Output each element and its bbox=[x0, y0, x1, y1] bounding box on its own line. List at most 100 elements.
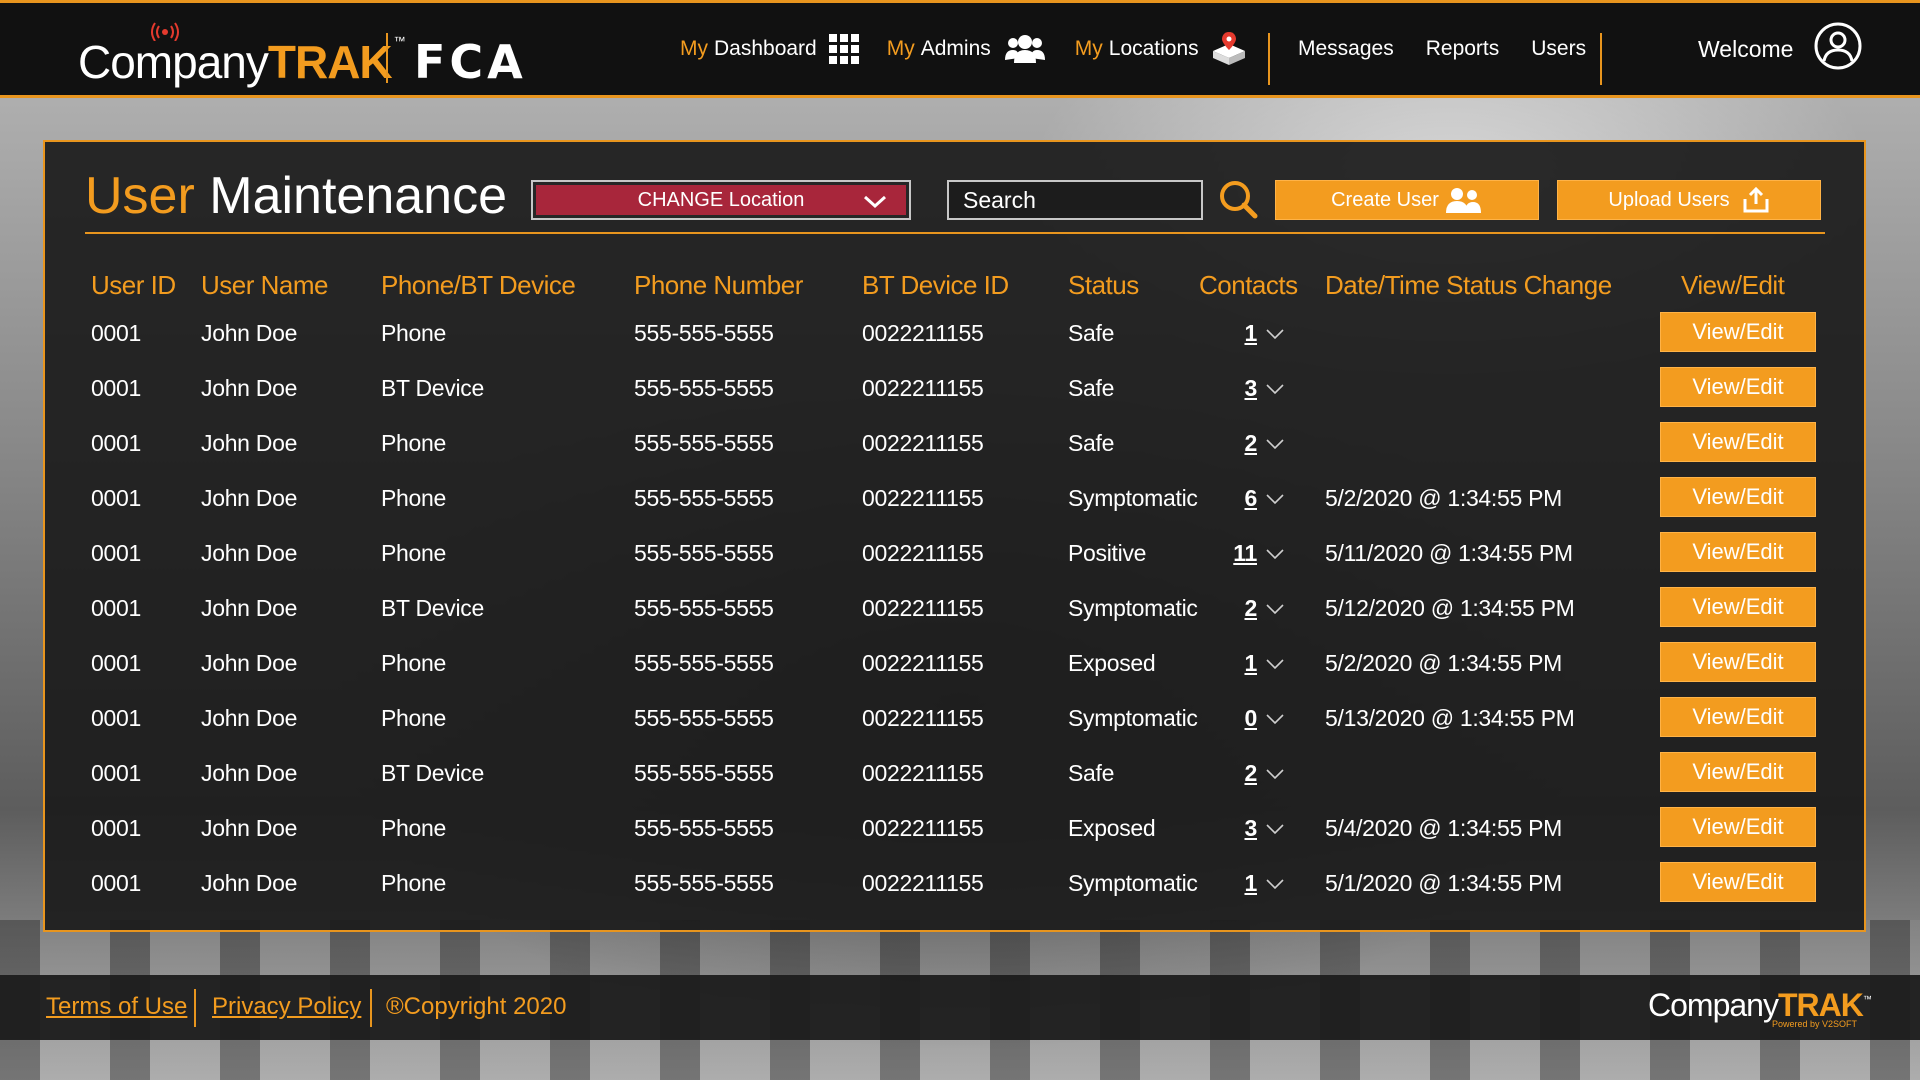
nav-dashboard-label: Dashboard bbox=[714, 37, 817, 60]
cell-phone-number: 555-555-5555 bbox=[634, 705, 774, 731]
contacts-count-link[interactable]: 2 bbox=[1245, 595, 1258, 622]
chevron-down-icon[interactable] bbox=[1265, 878, 1285, 890]
cell-date-time: 5/13/2020 @ 1:34:55 PM bbox=[1325, 705, 1575, 731]
footer-logo-trak: TRAK bbox=[1777, 987, 1864, 1023]
cell-device: Phone bbox=[381, 815, 447, 841]
privacy-policy-link[interactable]: Privacy Policy bbox=[212, 993, 361, 1021]
table-row: 0001 John Doe BT Device 555-555-5555 0022211… bbox=[45, 581, 1868, 636]
cell-phone-number: 555-555-5555 bbox=[634, 650, 774, 676]
welcome-user-menu[interactable]: Welcome bbox=[1698, 3, 1863, 95]
contacts-count-link[interactable]: 1 bbox=[1245, 650, 1258, 677]
chevron-down-icon[interactable] bbox=[1265, 823, 1285, 835]
contacts-count-link[interactable]: 3 bbox=[1245, 815, 1258, 842]
change-location-dropdown[interactable]: CHANGE Location bbox=[531, 180, 911, 220]
cell-user-id: 0001 bbox=[91, 650, 141, 676]
view-edit-button[interactable]: View/Edit bbox=[1660, 312, 1816, 352]
secondary-nav: Messages Reports Users bbox=[1298, 3, 1618, 95]
nav-dashboard-prefix: My bbox=[680, 37, 708, 60]
cell-phone-number: 555-555-5555 bbox=[634, 760, 774, 786]
view-edit-button[interactable]: View/Edit bbox=[1660, 697, 1816, 737]
table-row: 0001 John Doe Phone 555-555-5555 0022211155 S… bbox=[45, 856, 1868, 911]
nav-divider-left bbox=[1268, 33, 1270, 85]
search-icon[interactable] bbox=[1217, 178, 1259, 225]
header-phone-number: Phone Number bbox=[634, 270, 803, 300]
nav-admins-label: Admins bbox=[920, 37, 991, 60]
cell-phone-number: 555-555-5555 bbox=[634, 485, 774, 511]
nav-locations-prefix: My bbox=[1074, 37, 1103, 60]
table-row: 0001 John Doe Phone 555-555-5555 0022211155 E… bbox=[45, 801, 1868, 856]
footer-logo-company: Company bbox=[1648, 987, 1779, 1023]
chevron-down-icon[interactable] bbox=[1265, 658, 1285, 670]
cell-user-name: John Doe bbox=[201, 375, 298, 401]
chevron-down-icon[interactable] bbox=[1265, 328, 1285, 340]
view-edit-button[interactable]: View/Edit bbox=[1660, 752, 1816, 792]
nav-my-admins[interactable]: My Admins bbox=[887, 34, 1047, 64]
header-view-edit: View/Edit bbox=[1681, 270, 1785, 300]
view-edit-button[interactable]: View/Edit bbox=[1660, 367, 1816, 407]
cell-user-id: 0001 bbox=[91, 870, 141, 896]
view-edit-button[interactable]: View/Edit bbox=[1660, 477, 1816, 517]
page-title-second: Maintenance bbox=[209, 167, 508, 225]
footer-divider bbox=[194, 989, 196, 1027]
nav-my-locations[interactable]: My Locations bbox=[1075, 32, 1247, 66]
contacts-count-link[interactable]: 2 bbox=[1245, 760, 1258, 787]
chevron-down-icon[interactable] bbox=[1265, 438, 1285, 450]
contacts-count-link[interactable]: 1 bbox=[1245, 320, 1258, 347]
grid-icon bbox=[828, 34, 859, 64]
cell-status: Positive bbox=[1068, 540, 1147, 566]
table-row: 0001 John Doe Phone 555-555-5555 0022211155 S… bbox=[45, 471, 1868, 526]
view-edit-button[interactable]: View/Edit bbox=[1660, 422, 1816, 462]
cell-contacts: 1 bbox=[1225, 650, 1285, 677]
chevron-down-icon[interactable] bbox=[1265, 383, 1285, 395]
cell-phone-number: 555-555-5555 bbox=[634, 540, 774, 566]
change-location-button[interactable]: CHANGE Location bbox=[536, 185, 906, 215]
cell-date-time: 5/2/2020 @ 1:34:55 PM bbox=[1325, 485, 1562, 511]
view-edit-button[interactable]: View/Edit bbox=[1660, 587, 1816, 627]
nav-users[interactable]: Users bbox=[1531, 37, 1586, 61]
nav-my-dashboard[interactable]: My Dashboard bbox=[680, 34, 859, 64]
chevron-down-icon[interactable] bbox=[1265, 713, 1285, 725]
view-edit-button[interactable]: View/Edit bbox=[1660, 862, 1816, 902]
contacts-count-link[interactable]: 0 bbox=[1245, 705, 1258, 732]
companytrak-logo[interactable]: Company TRAK ™ bbox=[78, 22, 406, 85]
cell-device: Phone bbox=[381, 430, 447, 456]
view-edit-button[interactable]: View/Edit bbox=[1660, 642, 1816, 682]
nav-reports[interactable]: Reports bbox=[1426, 37, 1500, 61]
terms-of-use-link[interactable]: Terms of Use bbox=[46, 993, 187, 1021]
chevron-down-icon[interactable] bbox=[1265, 493, 1285, 505]
user-avatar-icon[interactable] bbox=[1813, 21, 1863, 77]
cell-bt-device-id: 0022211155 bbox=[862, 430, 984, 456]
chevron-down-icon[interactable] bbox=[1265, 603, 1285, 615]
search-input[interactable] bbox=[947, 180, 1203, 220]
create-user-button[interactable]: Create User bbox=[1275, 180, 1539, 220]
cell-status: Safe bbox=[1068, 760, 1115, 786]
contacts-count-link[interactable]: 2 bbox=[1245, 430, 1258, 457]
primary-nav: My Dashboard My Admins My Locations bbox=[680, 3, 1275, 95]
cell-phone-number: 555-555-5555 bbox=[634, 595, 774, 621]
header-device: Phone/BT Device bbox=[381, 270, 576, 300]
footer-divider bbox=[370, 989, 372, 1027]
contacts-count-link[interactable]: 1 bbox=[1245, 870, 1258, 897]
cell-status: Symptomatic bbox=[1068, 595, 1198, 621]
chevron-down-icon[interactable] bbox=[1265, 548, 1285, 560]
cell-contacts: 6 bbox=[1225, 485, 1285, 512]
contacts-count-link[interactable]: 3 bbox=[1245, 375, 1258, 402]
cell-date-time: 5/4/2020 @ 1:34:55 PM bbox=[1325, 815, 1562, 841]
header-user-name: User Name bbox=[201, 270, 328, 300]
chevron-down-icon[interactable] bbox=[1265, 768, 1285, 780]
cell-user-id: 0001 bbox=[91, 595, 141, 621]
table-body: 0001 John Doe Phone 555-555-5555 0022211155 S… bbox=[45, 306, 1868, 911]
nav-messages[interactable]: Messages bbox=[1298, 37, 1394, 61]
view-edit-button[interactable]: View/Edit bbox=[1660, 807, 1816, 847]
contacts-count-link[interactable]: 11 bbox=[1233, 540, 1257, 567]
table-row: 0001 John Doe Phone 555-555-5555 0022211155 E… bbox=[45, 636, 1868, 691]
contacts-count-link[interactable]: 6 bbox=[1245, 485, 1258, 512]
cell-device: Phone bbox=[381, 540, 447, 566]
cell-contacts: 2 bbox=[1225, 595, 1285, 622]
view-edit-button[interactable]: View/Edit bbox=[1660, 532, 1816, 572]
table-row: 0001 John Doe Phone 555-555-5555 0022211155 P… bbox=[45, 526, 1868, 581]
cell-user-name: John Doe bbox=[201, 320, 298, 346]
table-row: 0001 John Doe Phone 555-555-5555 0022211155 S… bbox=[45, 306, 1868, 361]
cell-device: BT Device bbox=[381, 595, 484, 621]
upload-users-button[interactable]: Upload Users bbox=[1557, 180, 1821, 220]
